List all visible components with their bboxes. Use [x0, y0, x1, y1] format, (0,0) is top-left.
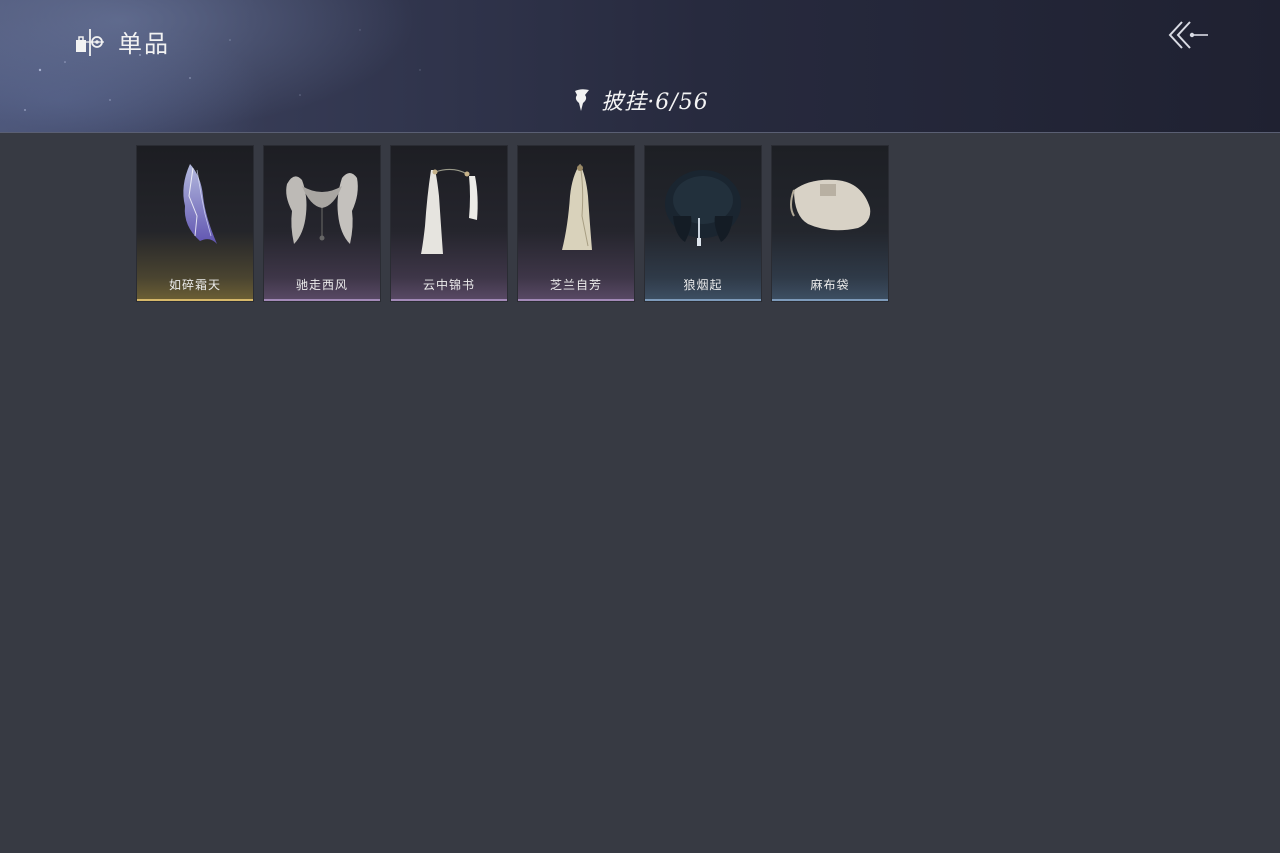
- white-robe-banners-image: [421, 168, 478, 254]
- page-title: 单品: [118, 30, 170, 58]
- wardrobe-emblem-icon: [76, 28, 104, 56]
- item-card[interactable]: 麻布袋: [772, 146, 888, 301]
- item-name: 如碎霜天: [168, 278, 221, 292]
- back-arrow-icon: [1168, 21, 1208, 49]
- rarity-bar: [645, 299, 761, 301]
- item-name: 云中锦书: [422, 278, 475, 292]
- rarity-bar: [772, 299, 888, 301]
- item-card[interactable]: 云中锦书: [391, 146, 507, 301]
- item-card[interactable]: 如碎霜天: [137, 146, 253, 301]
- cloak-icon: [575, 89, 590, 111]
- item-grid: 如碎霜天 驰走西风 云中锦书 芝兰自芳 狼烟起 麻布袋: [137, 146, 888, 301]
- rarity-bar: [518, 299, 634, 301]
- category-label: 披挂·6/56: [601, 90, 709, 115]
- item-name: 狼烟起: [683, 278, 723, 292]
- cream-cloak-image: [562, 163, 592, 250]
- linen-sack-image: [790, 179, 871, 231]
- dark-fur-mantle-image: [665, 170, 741, 246]
- item-name: 驰走西风: [295, 278, 348, 292]
- rarity-bar: [264, 299, 380, 301]
- back-button[interactable]: [1166, 18, 1210, 52]
- item-name: 麻布袋: [810, 278, 850, 292]
- item-name: 芝兰自芳: [549, 278, 602, 292]
- item-card[interactable]: 芝兰自芳: [518, 146, 634, 301]
- rarity-bar: [391, 299, 507, 301]
- rarity-bar: [137, 299, 253, 301]
- item-card[interactable]: 狼烟起: [645, 146, 761, 301]
- fur-shawl-image: [286, 173, 358, 244]
- item-card[interactable]: 驰走西风: [264, 146, 380, 301]
- top-header: 单品 披挂·6/56: [0, 0, 1280, 133]
- lightning-cape-image: [183, 164, 217, 244]
- page-title-group: 单品: [74, 24, 170, 59]
- category-heading: 披挂·6/56: [0, 84, 1280, 116]
